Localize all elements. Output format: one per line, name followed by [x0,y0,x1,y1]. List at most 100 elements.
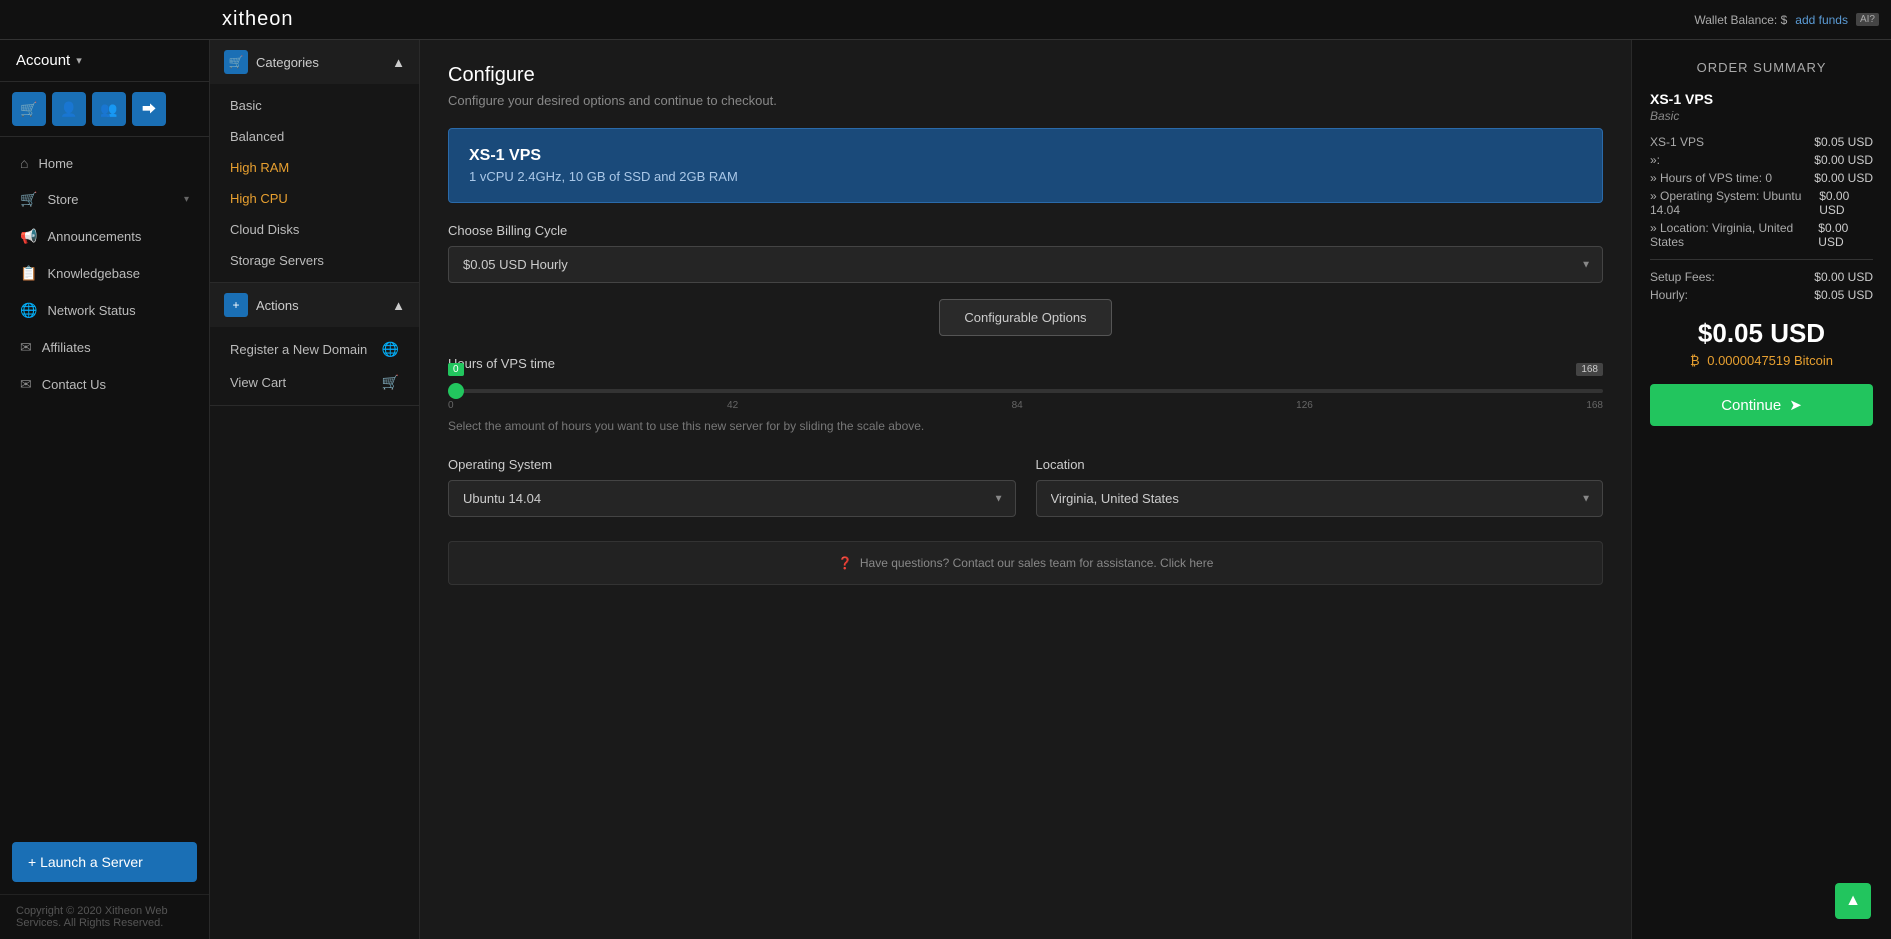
main-content: Configure Configure your desired options… [420,40,1631,939]
os-select-wrapper: Ubuntu 14.04 [448,480,1016,517]
slider-max-badge: 168 [1576,363,1603,376]
order-total-usd: $0.05 USD [1650,318,1873,349]
category-high-cpu[interactable]: High CPU [210,183,419,214]
location-select[interactable]: Virginia, United States [1036,480,1604,517]
account-chevron: ▾ [76,54,82,67]
order-product-name: XS-1 VPS [1650,91,1873,107]
sidebar-item-contact-us[interactable]: ✉ Contact Us [0,366,209,403]
hourly-label: Hourly: [1650,288,1688,302]
category-basic[interactable]: Basic [210,90,419,121]
actions-label: Actions [256,298,299,313]
sidebar-item-affiliates[interactable]: ✉ Affiliates [0,329,209,366]
os-col: Operating System Ubuntu 14.04 [448,457,1016,517]
scroll-top-button[interactable]: ▲ [1835,883,1871,919]
sidebar-item-label: Store [47,192,174,207]
continue-button[interactable]: Continue ➤ [1650,384,1873,426]
category-storage-servers[interactable]: Storage Servers [210,245,419,276]
help-bar: ❓ Have questions? Contact our sales team… [448,541,1603,585]
billing-cycle-label: Choose Billing Cycle [448,223,1603,238]
sidebar-item-home[interactable]: ⌂ Home [0,145,209,181]
signout-icon-btn[interactable]: ⮕ [132,92,166,126]
slider-hint: Select the amount of hours you want to u… [448,419,1603,433]
order-line-5: » Location: Virginia, United States $0.0… [1650,221,1873,249]
globe-icon: 🌐 [382,341,399,358]
tick-126: 126 [1296,400,1313,411]
hourly-value: $0.05 USD [1814,288,1873,302]
tick-84: 84 [1012,400,1023,411]
hours-slider[interactable] [448,389,1603,393]
question-icon: ❓ [838,556,853,570]
store-icon: 🛒 [20,191,37,208]
categories-section: 🛒 Categories ▲ Basic Balanced High RAM H… [210,40,419,283]
category-cloud-disks[interactable]: Cloud Disks [210,214,419,245]
slider-section: Hours of VPS time 0 168 0 42 84 126 168 … [448,356,1603,433]
users-icon-btn[interactable]: 👥 [92,92,126,126]
configurable-options-button[interactable]: Configurable Options [939,299,1111,336]
help-link[interactable]: Have questions? Contact our sales team f… [860,556,1214,570]
categories-header[interactable]: 🛒 Categories ▲ [210,40,419,84]
os-select[interactable]: Ubuntu 14.04 [448,480,1016,517]
affiliates-icon: ✉ [20,339,32,356]
account-label: Account [16,52,70,69]
btc-icon: ₿ [1690,353,1700,368]
categories-collapse-icon: ▲ [392,55,405,70]
main-layout: Account ▾ 🛒 👤 👥 ⮕ ⌂ Home 🛒 Store ▾ 📢 Ann… [0,40,1891,939]
sidebar-item-label: Knowledgebase [47,266,189,281]
continue-arrow-icon: ➤ [1789,396,1802,414]
action-view-cart[interactable]: View Cart 🛒 [210,366,419,399]
actions-header[interactable]: + Actions ▲ [210,283,419,327]
product-name: XS-1 VPS [469,147,1582,165]
sidebar-footer: Copyright © 2020 Xitheon Web Services. A… [0,894,209,939]
slider-ticks: 0 42 84 126 168 [448,400,1603,411]
add-funds-link[interactable]: add funds [1795,13,1848,27]
order-hourly: Hourly: $0.05 USD [1650,288,1873,302]
slider-label: Hours of VPS time [448,356,1603,371]
sidebar-item-label: Network Status [47,303,189,318]
announcements-icon: 📢 [20,228,37,245]
wallet-label: Wallet Balance: $ [1694,13,1787,27]
sidebar-item-store[interactable]: 🛒 Store ▾ [0,181,209,218]
billing-select-wrapper: $0.05 USD Hourly [448,246,1603,283]
setup-fees-value: $0.00 USD [1814,270,1873,284]
categories-icon: 🛒 [224,50,248,74]
category-balanced[interactable]: Balanced [210,121,419,152]
category-high-ram[interactable]: High RAM [210,152,419,183]
order-line-4: » Operating System: Ubuntu 14.04 $0.00 U… [1650,189,1873,217]
sidebar-item-network-status[interactable]: 🌐 Network Status [0,292,209,329]
order-line-2: »: $0.00 USD [1650,153,1873,167]
os-label: Operating System [448,457,1016,472]
order-summary-title: ORDER SUMMARY [1650,60,1873,75]
network-status-icon: 🌐 [20,302,37,319]
sidebar-item-label: Home [38,156,189,171]
setup-fees-label: Setup Fees: [1650,270,1715,284]
order-total-btc: ₿ 0.0000047519 Bitcoin [1650,353,1873,368]
order-summary: ORDER SUMMARY XS-1 VPS Basic XS-1 VPS $0… [1631,40,1891,939]
contact-icon: ✉ [20,376,32,393]
order-line-1: XS-1 VPS $0.05 USD [1650,135,1873,149]
topbar-right: Wallet Balance: $ add funds AI? [1694,13,1879,27]
billing-cycle-select[interactable]: $0.05 USD Hourly [448,246,1603,283]
home-icon: ⌂ [20,155,28,171]
scroll-top-icon: ▲ [1845,892,1861,910]
secondary-panel: 🛒 Categories ▲ Basic Balanced High RAM H… [210,40,420,939]
tick-0: 0 [448,400,454,411]
sidebar-item-label: Contact Us [42,377,189,392]
logo: xitheon [222,8,294,31]
sidebar: Account ▾ 🛒 👤 👥 ⮕ ⌂ Home 🛒 Store ▾ 📢 Ann… [0,40,210,939]
sidebar-nav: ⌂ Home 🛒 Store ▾ 📢 Announcements 📋 Knowl… [0,137,209,830]
sidebar-item-knowledgebase[interactable]: 📋 Knowledgebase [0,255,209,292]
account-menu[interactable]: Account ▾ [0,40,209,82]
location-select-wrapper: Virginia, United States [1036,480,1604,517]
cart-icon-btn[interactable]: 🛒 [12,92,46,126]
actions-icon: + [224,293,248,317]
user-icon-btn[interactable]: 👤 [52,92,86,126]
sidebar-item-label: Affiliates [42,340,189,355]
action-register-domain[interactable]: Register a New Domain 🌐 [210,333,419,366]
launch-server-button[interactable]: + Launch a Server [12,842,197,882]
tick-42: 42 [727,400,738,411]
sidebar-icon-row: 🛒 👤 👥 ⮕ [0,82,209,137]
product-desc: 1 vCPU 2.4GHz, 10 GB of SSD and 2GB RAM [469,169,1582,184]
sidebar-item-announcements[interactable]: 📢 Announcements [0,218,209,255]
continue-label: Continue [1721,397,1781,414]
tick-168: 168 [1586,400,1603,411]
